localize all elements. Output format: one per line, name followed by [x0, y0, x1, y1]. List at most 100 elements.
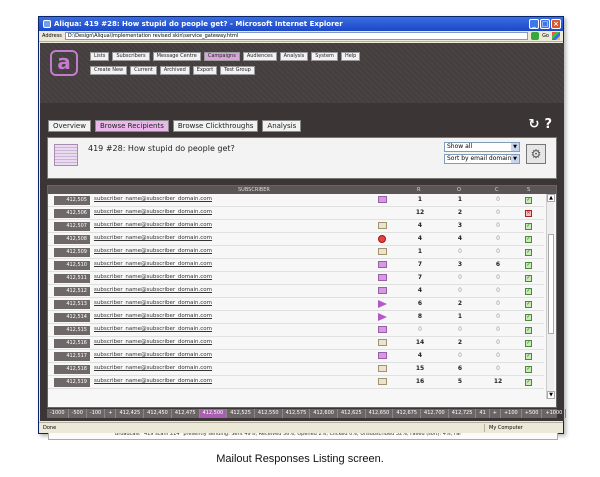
subnav-export-button[interactable]: Export [192, 66, 218, 75]
table-row[interactable]: 412,512 subscriber_name@subscriber_domain… [48, 285, 544, 298]
minimize-button[interactable]: _ [529, 19, 539, 29]
subscriber-email-link[interactable]: subscriber_name@subscriber_domain.com [94, 300, 212, 306]
address-input[interactable]: D:\Design\Aliqua\Implementation revised … [64, 32, 529, 40]
subscriber-email-link[interactable]: subscriber_name@subscriber_domain.com [94, 209, 212, 215]
pager-link[interactable]: + [105, 409, 117, 418]
nav-message-centre-button[interactable]: Message Centre [152, 52, 201, 61]
table-row[interactable]: 412,514 subscriber_name@subscriber_domain… [48, 311, 544, 324]
subscriber-email-link[interactable]: subscriber_name@subscriber_domain.com [94, 313, 212, 319]
subscriber-email-link[interactable]: subscriber_name@subscriber_domain.com [94, 235, 212, 241]
table-row[interactable]: 412,506 subscriber_name@subscriber_domain… [48, 207, 544, 220]
nav-lists-button[interactable]: Lists [90, 52, 110, 61]
pager-link[interactable]: 412,550 [255, 409, 283, 418]
nav-audiences-button[interactable]: Audiences [242, 52, 277, 61]
subscriber-email-link[interactable]: subscriber_name@subscriber_domain.com [94, 339, 212, 345]
status-ok-icon: ✓ [525, 197, 532, 204]
pager-link[interactable]: 412,700 [421, 409, 449, 418]
subnav-create-new-button[interactable]: Create New [90, 66, 128, 75]
scroll-up-icon[interactable]: ▲ [547, 194, 555, 202]
subscriber-email-link[interactable]: subscriber_name@subscriber_domain.com [94, 365, 212, 371]
subscriber-email-link[interactable]: subscriber_name@subscriber_domain.com [94, 274, 212, 280]
pager-link[interactable]: 412,500 [199, 409, 228, 418]
pager-link[interactable]: -1000 [47, 409, 69, 418]
pager-link[interactable]: + [490, 409, 501, 418]
table-row[interactable]: 412,515 subscriber_name@subscriber_domain… [48, 324, 544, 337]
table-row[interactable]: 412,510 subscriber_name@subscriber_domain… [48, 259, 544, 272]
nav-help-button[interactable]: Help [340, 52, 361, 61]
subscriber-email-link[interactable]: subscriber_name@subscriber_domain.com [94, 222, 212, 228]
subnav-archived-button[interactable]: Archived [159, 66, 190, 75]
header-s[interactable]: S [527, 187, 530, 193]
tab-analysis[interactable]: Analysis [262, 120, 302, 132]
tab-overview[interactable]: Overview [48, 120, 91, 132]
count-r: 4 [417, 352, 423, 359]
subscriber-email-link[interactable]: subscriber_name@subscriber_domain.com [94, 261, 212, 267]
refresh-icon[interactable]: ↻ [529, 117, 540, 132]
pager-link[interactable]: 412,525 [227, 409, 255, 418]
table-row[interactable]: 412,505 subscriber_name@subscriber_domain… [48, 194, 544, 207]
status-ok-icon: ✓ [525, 379, 532, 386]
pager-link[interactable]: 412,625 [338, 409, 366, 418]
pager-link[interactable]: 412,675 [393, 409, 422, 418]
pager-link[interactable]: 412,475 [172, 409, 200, 418]
table-row[interactable]: 412,508 subscriber_name@subscriber_domain… [48, 233, 544, 246]
pager-link[interactable]: +500 [522, 409, 543, 418]
nav-campaigns-button[interactable]: Campaigns [203, 52, 240, 61]
subscriber-email-link[interactable]: subscriber_name@subscriber_domain.com [94, 378, 212, 384]
chevron-down-icon[interactable]: ▼ [511, 155, 519, 163]
subscriber-email-link[interactable]: subscriber_name@subscriber_domain.com [94, 287, 212, 293]
nav-subscribers-button[interactable]: Subscribers [112, 52, 150, 61]
pager-link[interactable]: 412,650 [366, 409, 394, 418]
tab-browse-clickthroughs[interactable]: Browse Clickthroughs [172, 120, 259, 132]
table-row[interactable]: 412,513 subscriber_name@subscriber_domain… [48, 298, 544, 311]
pager-link[interactable]: +1000 [542, 409, 567, 418]
scroll-thumb[interactable] [548, 234, 554, 334]
subscriber-email-link[interactable]: subscriber_name@subscriber_domain.com [94, 248, 212, 254]
show-filter-select[interactable]: Show all ▼ [444, 142, 520, 152]
tab-browse-recipients[interactable]: Browse Recipients [94, 120, 169, 132]
sort-select[interactable]: Sort by email domain ▼ [444, 154, 520, 164]
help-icon[interactable]: ? [544, 117, 552, 132]
header-subscriber[interactable]: SUBSCRIBER [238, 187, 270, 193]
table-row[interactable]: 412,509 subscriber_name@subscriber_domain… [48, 246, 544, 259]
header-o[interactable]: O [457, 187, 461, 193]
nav-system-button[interactable]: System [311, 52, 338, 61]
settings-gear-icon[interactable]: ⚙ [526, 144, 546, 164]
nav-analysis-button[interactable]: Analysis [279, 52, 309, 61]
table-row[interactable]: 412,517 subscriber_name@subscriber_domain… [48, 350, 544, 363]
header-c[interactable]: C [495, 187, 499, 193]
subscriber-email-link[interactable]: subscriber_name@subscriber_domain.com [94, 352, 212, 358]
close-button[interactable]: × [551, 19, 561, 29]
vertical-scrollbar[interactable]: ▲ ▼ [546, 194, 555, 399]
pager-link[interactable]: 412,600 [310, 409, 338, 418]
page-title: 419 #28: How stupid do people get? [88, 144, 235, 153]
table-row[interactable]: 412,511 subscriber_name@subscriber_domain… [48, 272, 544, 285]
pager-link[interactable]: 412,450 [144, 409, 172, 418]
maximize-button[interactable]: □ [540, 19, 550, 29]
table-row[interactable]: 412,516 subscriber_name@subscriber_domain… [48, 337, 544, 350]
status-ok-icon: ✓ [525, 236, 532, 243]
subscriber-email-link[interactable]: subscriber_name@subscriber_domain.com [94, 196, 212, 202]
table-row[interactable]: 412,507 subscriber_name@subscriber_domain… [48, 220, 544, 233]
table-row[interactable]: 412,518 subscriber_name@subscriber_domain… [48, 363, 544, 376]
pager-link[interactable]: 41 [476, 409, 490, 418]
pager-link[interactable]: -100 [87, 409, 106, 418]
pager-link[interactable]: -500 [69, 409, 87, 418]
table-row[interactable]: 412,519 subscriber_name@subscriber_domain… [48, 376, 544, 389]
header-r[interactable]: R [417, 187, 420, 193]
status-ok-icon: ✓ [525, 327, 532, 334]
go-icon[interactable] [531, 32, 540, 40]
subnav-test-group-button[interactable]: Test Group [220, 66, 255, 75]
pager-link[interactable]: +100 [501, 409, 522, 418]
count-r: 4 [417, 235, 423, 242]
scroll-down-icon[interactable]: ▼ [547, 391, 555, 399]
pager-link[interactable]: 412,425 [116, 409, 145, 418]
pager-link[interactable]: 412,725 [449, 409, 477, 418]
subscriber-email-link[interactable]: subscriber_name@subscriber_domain.com [94, 326, 212, 332]
go-label[interactable]: Go [542, 33, 549, 39]
count-c: 0 [496, 274, 500, 281]
subnav-current-button[interactable]: Current [130, 66, 157, 75]
pager-link[interactable]: 412,575 [283, 409, 311, 418]
chevron-down-icon[interactable]: ▼ [511, 143, 519, 151]
ie-status-text: Done [43, 425, 57, 431]
